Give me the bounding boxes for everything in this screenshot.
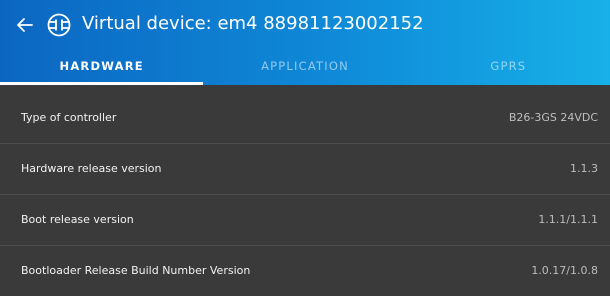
tab-label: GPRS xyxy=(490,59,527,73)
row-label: Type of controller xyxy=(21,111,117,124)
back-button[interactable] xyxy=(14,14,36,36)
row-label: Bootloader Release Build Number Version xyxy=(21,264,251,277)
app-window: Virtual device: em4 88981123002152 HARDW… xyxy=(0,0,610,287)
tab-hardware[interactable]: HARDWARE xyxy=(0,50,204,85)
connected-device-icon xyxy=(45,11,73,39)
row-value: B26-3GS 24VDC xyxy=(508,111,598,124)
row-label: Boot release version xyxy=(21,213,134,226)
app-header: Virtual device: em4 88981123002152 HARDW… xyxy=(0,0,610,85)
tab-bar: HARDWARE APPLICATION GPRS xyxy=(0,50,610,85)
tab-label: HARDWARE xyxy=(59,59,144,73)
row-label: Hardware release version xyxy=(21,162,162,175)
tab-label: APPLICATION xyxy=(261,59,349,73)
list-item: Bootloader Release Build Number Version … xyxy=(0,246,610,296)
list-item: Type of controller B26-3GS 24VDC xyxy=(0,93,610,143)
active-tab-indicator xyxy=(0,82,204,85)
tab-application[interactable]: APPLICATION xyxy=(203,50,406,85)
list-item: Hardware release version 1.1.3 xyxy=(0,144,610,194)
page-title: Virtual device: em4 88981123002152 xyxy=(82,13,424,34)
arrow-left-icon xyxy=(17,18,33,32)
tab-gprs[interactable]: GPRS xyxy=(407,50,610,85)
title-bar: Virtual device: em4 88981123002152 xyxy=(0,0,610,50)
row-value: 1.1.3 xyxy=(570,162,598,175)
row-value: 1.0.17/1.0.8 xyxy=(531,264,598,277)
row-value: 1.1.1/1.1.1 xyxy=(538,213,598,226)
list-item: Boot release version 1.1.1/1.1.1 xyxy=(0,195,610,245)
